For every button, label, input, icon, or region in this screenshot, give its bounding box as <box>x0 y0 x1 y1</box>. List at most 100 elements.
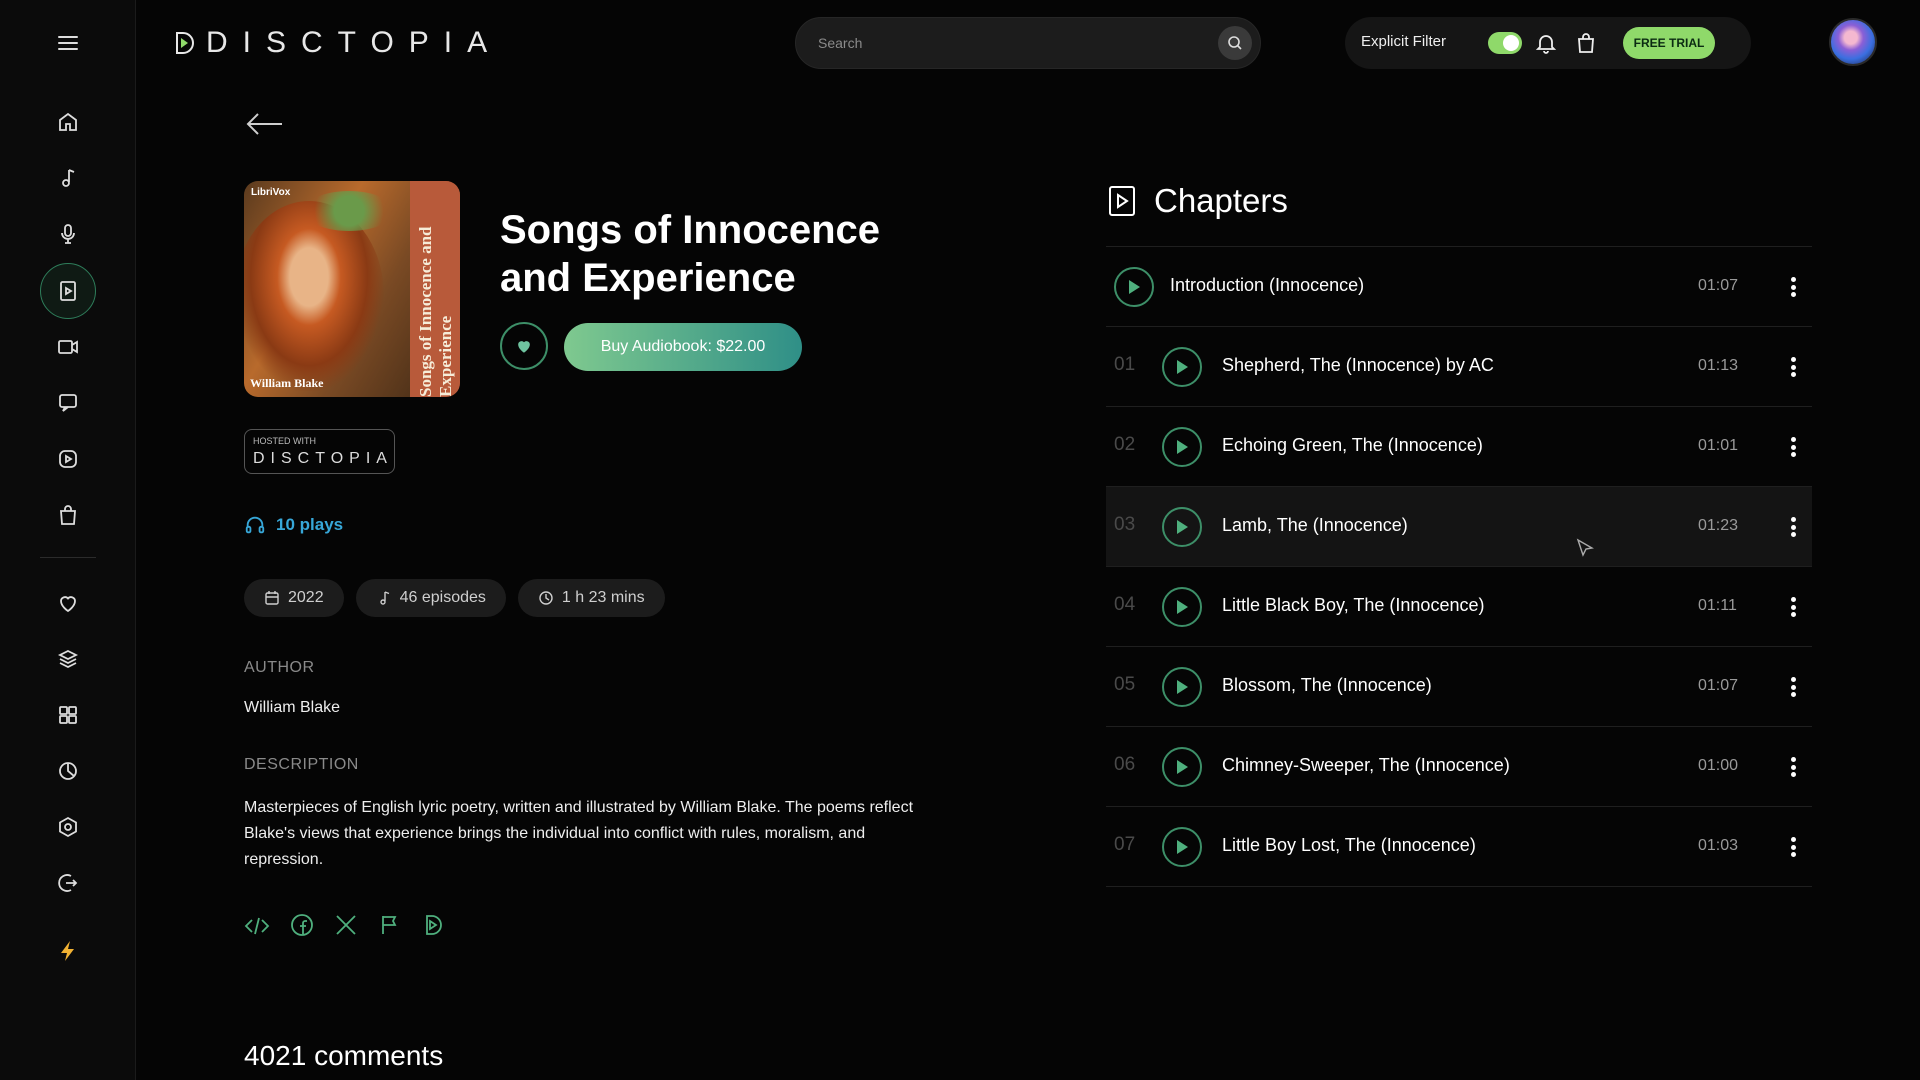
buy-audiobook-button[interactable]: Buy Audiobook: $22.00 <box>564 323 802 371</box>
share-actions <box>244 913 446 939</box>
more-options-icon[interactable] <box>1786 831 1800 863</box>
pie-chart-icon[interactable] <box>40 743 96 799</box>
chapter-duration: 01:23 <box>1698 517 1739 534</box>
play-icon <box>1177 600 1188 614</box>
play-icon <box>1129 280 1140 294</box>
notification-bell-icon[interactable] <box>1534 31 1558 55</box>
chapter-row[interactable]: 01 Shepherd, The (Innocence) by AC 01:13 <box>1106 327 1812 407</box>
chapter-play-button[interactable] <box>1162 667 1202 707</box>
settings-hex-icon[interactable] <box>40 799 96 855</box>
chapter-row[interactable]: 05 Blossom, The (Innocence) 01:07 <box>1106 647 1812 727</box>
lightning-icon[interactable] <box>40 923 96 979</box>
music-note-icon[interactable] <box>40 150 96 206</box>
chapter-duration: 01:07 <box>1698 277 1739 294</box>
chapter-number: 07 <box>1114 834 1136 855</box>
back-arrow-icon[interactable] <box>244 112 284 136</box>
chapter-title[interactable]: Echoing Green, The (Innocence) <box>1222 435 1483 456</box>
search-button[interactable] <box>1218 26 1252 60</box>
video-camera-icon[interactable] <box>40 319 96 375</box>
play-icon <box>1177 440 1188 454</box>
chapter-play-button[interactable] <box>1162 427 1202 467</box>
embed-code-icon[interactable] <box>244 913 270 939</box>
clock-icon <box>539 591 553 605</box>
chapter-row[interactable]: 03 Lamb, The (Innocence) 01:23 <box>1106 487 1812 567</box>
chapter-list: Introduction (Innocence) 01:07 01 Shephe… <box>1106 246 1812 887</box>
duration-chip: 1 h 23 mins <box>517 579 665 617</box>
brand-play-icon <box>176 32 194 54</box>
chapter-number: 02 <box>1114 434 1136 455</box>
plays-label: 10 plays <box>276 515 344 534</box>
chapters-title: Chapters <box>1154 182 1288 219</box>
chapter-play-button[interactable] <box>1162 587 1202 627</box>
chapter-row[interactable]: 04 Little Black Boy, The (Innocence) 01:… <box>1106 567 1812 647</box>
more-options-icon[interactable] <box>1786 591 1800 623</box>
chapter-number: 05 <box>1114 674 1136 695</box>
facebook-icon[interactable] <box>290 913 314 937</box>
audiobook-icon[interactable] <box>40 263 96 319</box>
explicit-filter-label: Explicit Filter <box>1361 33 1447 50</box>
chapter-title[interactable]: Blossom, The (Innocence) <box>1222 675 1432 696</box>
comments-count: 4021 comments <box>244 1040 444 1071</box>
chapter-row[interactable]: 06 Chimney-Sweeper, The (Innocence) 01:0… <box>1106 727 1812 807</box>
menu-icon[interactable] <box>40 15 96 71</box>
chapter-play-button[interactable] <box>1114 267 1154 307</box>
shopping-bag-icon[interactable] <box>40 487 96 543</box>
disctopia-share-icon[interactable] <box>422 913 446 937</box>
hosted-brand: DISCTOPIA <box>253 450 393 467</box>
play-icon <box>1177 680 1188 694</box>
home-icon[interactable] <box>40 94 96 150</box>
chapter-title[interactable]: Introduction (Innocence) <box>1170 275 1364 296</box>
chapter-title[interactable]: Lamb, The (Innocence) <box>1222 515 1408 536</box>
chapter-duration: 01:00 <box>1698 757 1739 774</box>
mouse-cursor-icon <box>1576 538 1594 558</box>
search-icon <box>1228 36 1242 50</box>
year-chip: 2022 <box>244 579 344 617</box>
chapter-title[interactable]: Chimney-Sweeper, The (Innocence) <box>1222 755 1510 776</box>
chapter-play-button[interactable] <box>1162 507 1202 547</box>
brand-logo[interactable]: DISCTOPIA <box>174 26 502 60</box>
episodes-chip: 46 episodes <box>355 579 506 617</box>
microphone-icon[interactable] <box>40 206 96 262</box>
brand-name: DISCTOPIA <box>206 26 503 59</box>
chapter-title[interactable]: Little Boy Lost, The (Innocence) <box>1222 835 1476 856</box>
more-options-icon[interactable] <box>1786 671 1800 703</box>
more-options-icon[interactable] <box>1786 271 1800 303</box>
search-input[interactable] <box>818 18 1198 68</box>
grid-icon[interactable] <box>40 687 96 743</box>
play-circle-icon[interactable] <box>40 431 96 487</box>
book-title: Songs of Innocence and Experience <box>500 208 881 300</box>
chapters-icon <box>1109 186 1135 216</box>
free-trial-button[interactable]: FREE TRIAL <box>1623 27 1715 59</box>
hosted-with-label: HOSTED WITH <box>253 436 316 446</box>
cart-bag-icon[interactable] <box>1574 31 1598 55</box>
chapter-play-button[interactable] <box>1162 347 1202 387</box>
chapter-row[interactable]: Introduction (Innocence) 01:07 <box>1106 247 1812 327</box>
layers-icon[interactable] <box>40 631 96 687</box>
report-flag-icon[interactable] <box>378 913 402 937</box>
hosted-with-badge[interactable]: HOSTED WITH DISCTOPIA <box>244 429 395 474</box>
chapter-play-button[interactable] <box>1162 827 1202 867</box>
chapter-row[interactable]: 02 Echoing Green, The (Innocence) 01:01 <box>1106 407 1812 487</box>
episodes-label: 46 episodes <box>399 589 486 606</box>
chapter-title[interactable]: Little Black Boy, The (Innocence) <box>1222 595 1484 616</box>
more-options-icon[interactable] <box>1786 751 1800 783</box>
cover-publisher: LibriVox <box>251 187 291 198</box>
chapter-play-button[interactable] <box>1162 747 1202 787</box>
favorite-button[interactable] <box>500 322 548 370</box>
chapter-row[interactable]: 07 Little Boy Lost, The (Innocence) 01:0… <box>1106 807 1812 887</box>
more-options-icon[interactable] <box>1786 511 1800 543</box>
more-options-icon[interactable] <box>1786 351 1800 383</box>
explicit-filter-toggle[interactable] <box>1488 32 1522 54</box>
chapters-header: Chapters <box>1108 182 1288 220</box>
play-icon <box>1177 520 1188 534</box>
chapter-title[interactable]: Shepherd, The (Innocence) by AC <box>1222 355 1494 376</box>
heart-icon[interactable] <box>40 575 96 631</box>
chat-icon[interactable] <box>40 375 96 431</box>
logout-icon[interactable] <box>40 855 96 911</box>
more-options-icon[interactable] <box>1786 431 1800 463</box>
x-twitter-icon[interactable] <box>334 913 358 937</box>
play-icon <box>1177 360 1188 374</box>
heart-icon <box>518 341 530 353</box>
user-avatar[interactable] <box>1829 18 1877 66</box>
header-actions: Explicit Filter FREE TRIAL <box>1345 17 1751 69</box>
